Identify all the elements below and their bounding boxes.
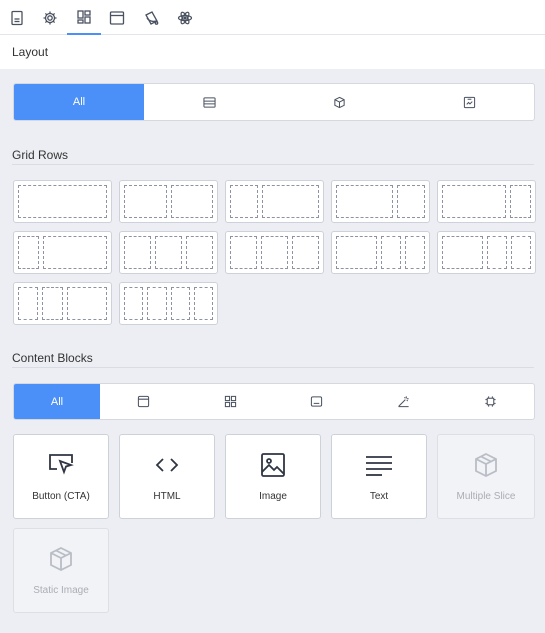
block-multiple-slice: Multiple Slice [437,434,535,519]
grid-column [155,236,182,269]
content-blocks-divider [12,367,534,368]
block-image[interactable]: Image [225,434,321,519]
grid-column [509,185,531,218]
block-static-image: Static Image [13,528,109,613]
code-icon [155,458,179,472]
image-icon [261,453,285,477]
grid-column [124,185,167,218]
cube-icon [50,546,72,572]
block-label: Static Image [33,585,89,596]
tab-document[interactable] [0,0,34,35]
content-filter-all[interactable]: All [14,384,100,419]
content-blocks-title: Content Blocks [12,351,93,365]
grid-row-template[interactable] [437,231,536,274]
cube-icon [333,96,345,108]
grid-column [18,185,107,218]
grid-column [66,287,107,320]
content-filter-grid[interactable] [187,384,274,419]
tab-window[interactable] [100,0,134,35]
layout-filter-rows[interactable] [144,84,274,120]
block-label: Text [369,491,389,502]
layout-filter-modules[interactable] [274,84,404,120]
block-label: Image [259,491,287,502]
grid-column [336,236,377,269]
grid-column [336,185,393,218]
grid-column [124,236,151,269]
image-frame-icon [463,96,475,108]
rows-icon [202,96,216,108]
grid-column [230,185,259,218]
grid-row-template[interactable] [119,282,218,325]
text-lines-icon [366,456,392,476]
cube-icon [475,452,497,478]
grid-icon [77,9,91,24]
grid-column [510,236,531,269]
wand-icon [398,396,409,408]
grid-column [404,236,425,269]
grid-column [396,185,425,218]
grid-column [147,287,167,320]
grid-row-template[interactable] [331,231,430,274]
grid-column [262,185,319,218]
grid-column [442,185,506,218]
grid-column [18,287,39,320]
grid-row-template[interactable] [331,180,430,223]
grid-rows-divider [12,164,534,165]
block-text[interactable]: Text [331,434,427,519]
gear-icon [43,11,57,24]
tab-advanced[interactable] [168,0,202,35]
layout-filter-images[interactable] [404,84,534,120]
block-label: HTML [153,491,181,502]
grid-column [170,185,213,218]
block-label: Multiple Slice [456,491,516,502]
grid-row-template[interactable] [119,231,218,274]
content-filter: All [13,383,535,420]
block-button-cta[interactable]: Button (CTA) [13,434,109,519]
grid-column [170,287,190,320]
grid-column [380,236,401,269]
top-tab-bar [0,0,545,35]
block-label: Button (CTA) [32,491,90,502]
content-filter-wand[interactable] [360,384,447,419]
window-icon [137,395,150,408]
grid-row-template[interactable] [13,282,112,325]
grid-column [42,287,63,320]
grid-column [442,236,483,269]
tab-theme[interactable] [134,0,168,35]
cursor-click-icon [49,454,74,475]
browser-window-icon [109,10,125,25]
document-icon [11,10,23,25]
grid-row-template[interactable] [13,231,112,274]
banner-icon [311,396,323,407]
grid-column [124,287,144,320]
content-filter-banner[interactable] [274,384,361,419]
tab-settings[interactable] [33,0,67,35]
grid-row-template[interactable] [437,180,536,223]
layout-filter-all[interactable]: All [14,84,144,120]
grid-column [486,236,507,269]
atom-icon [177,11,193,24]
grid-row-template[interactable] [119,180,218,223]
grid-row-template[interactable] [225,231,324,274]
grid-column [43,236,107,269]
grid-column [230,236,257,269]
chip-icon [485,396,496,407]
grid-column [193,287,213,320]
layout-title: Layout [12,45,49,59]
grid-four-icon [224,395,236,408]
tab-layout[interactable] [67,0,101,35]
layout-header: Layout [0,35,545,69]
grid-column [261,236,288,269]
layout-filter: All [13,83,535,121]
grid-column [18,236,40,269]
paint-bucket-icon [145,10,159,25]
grid-row-template[interactable] [13,180,112,223]
grid-row-template[interactable] [225,180,324,223]
grid-rows-title: Grid Rows [12,148,69,162]
grid-column [292,236,319,269]
grid-column [186,236,213,269]
content-filter-window[interactable] [100,384,187,419]
block-html[interactable]: HTML [119,434,215,519]
content-filter-chip[interactable] [447,384,534,419]
